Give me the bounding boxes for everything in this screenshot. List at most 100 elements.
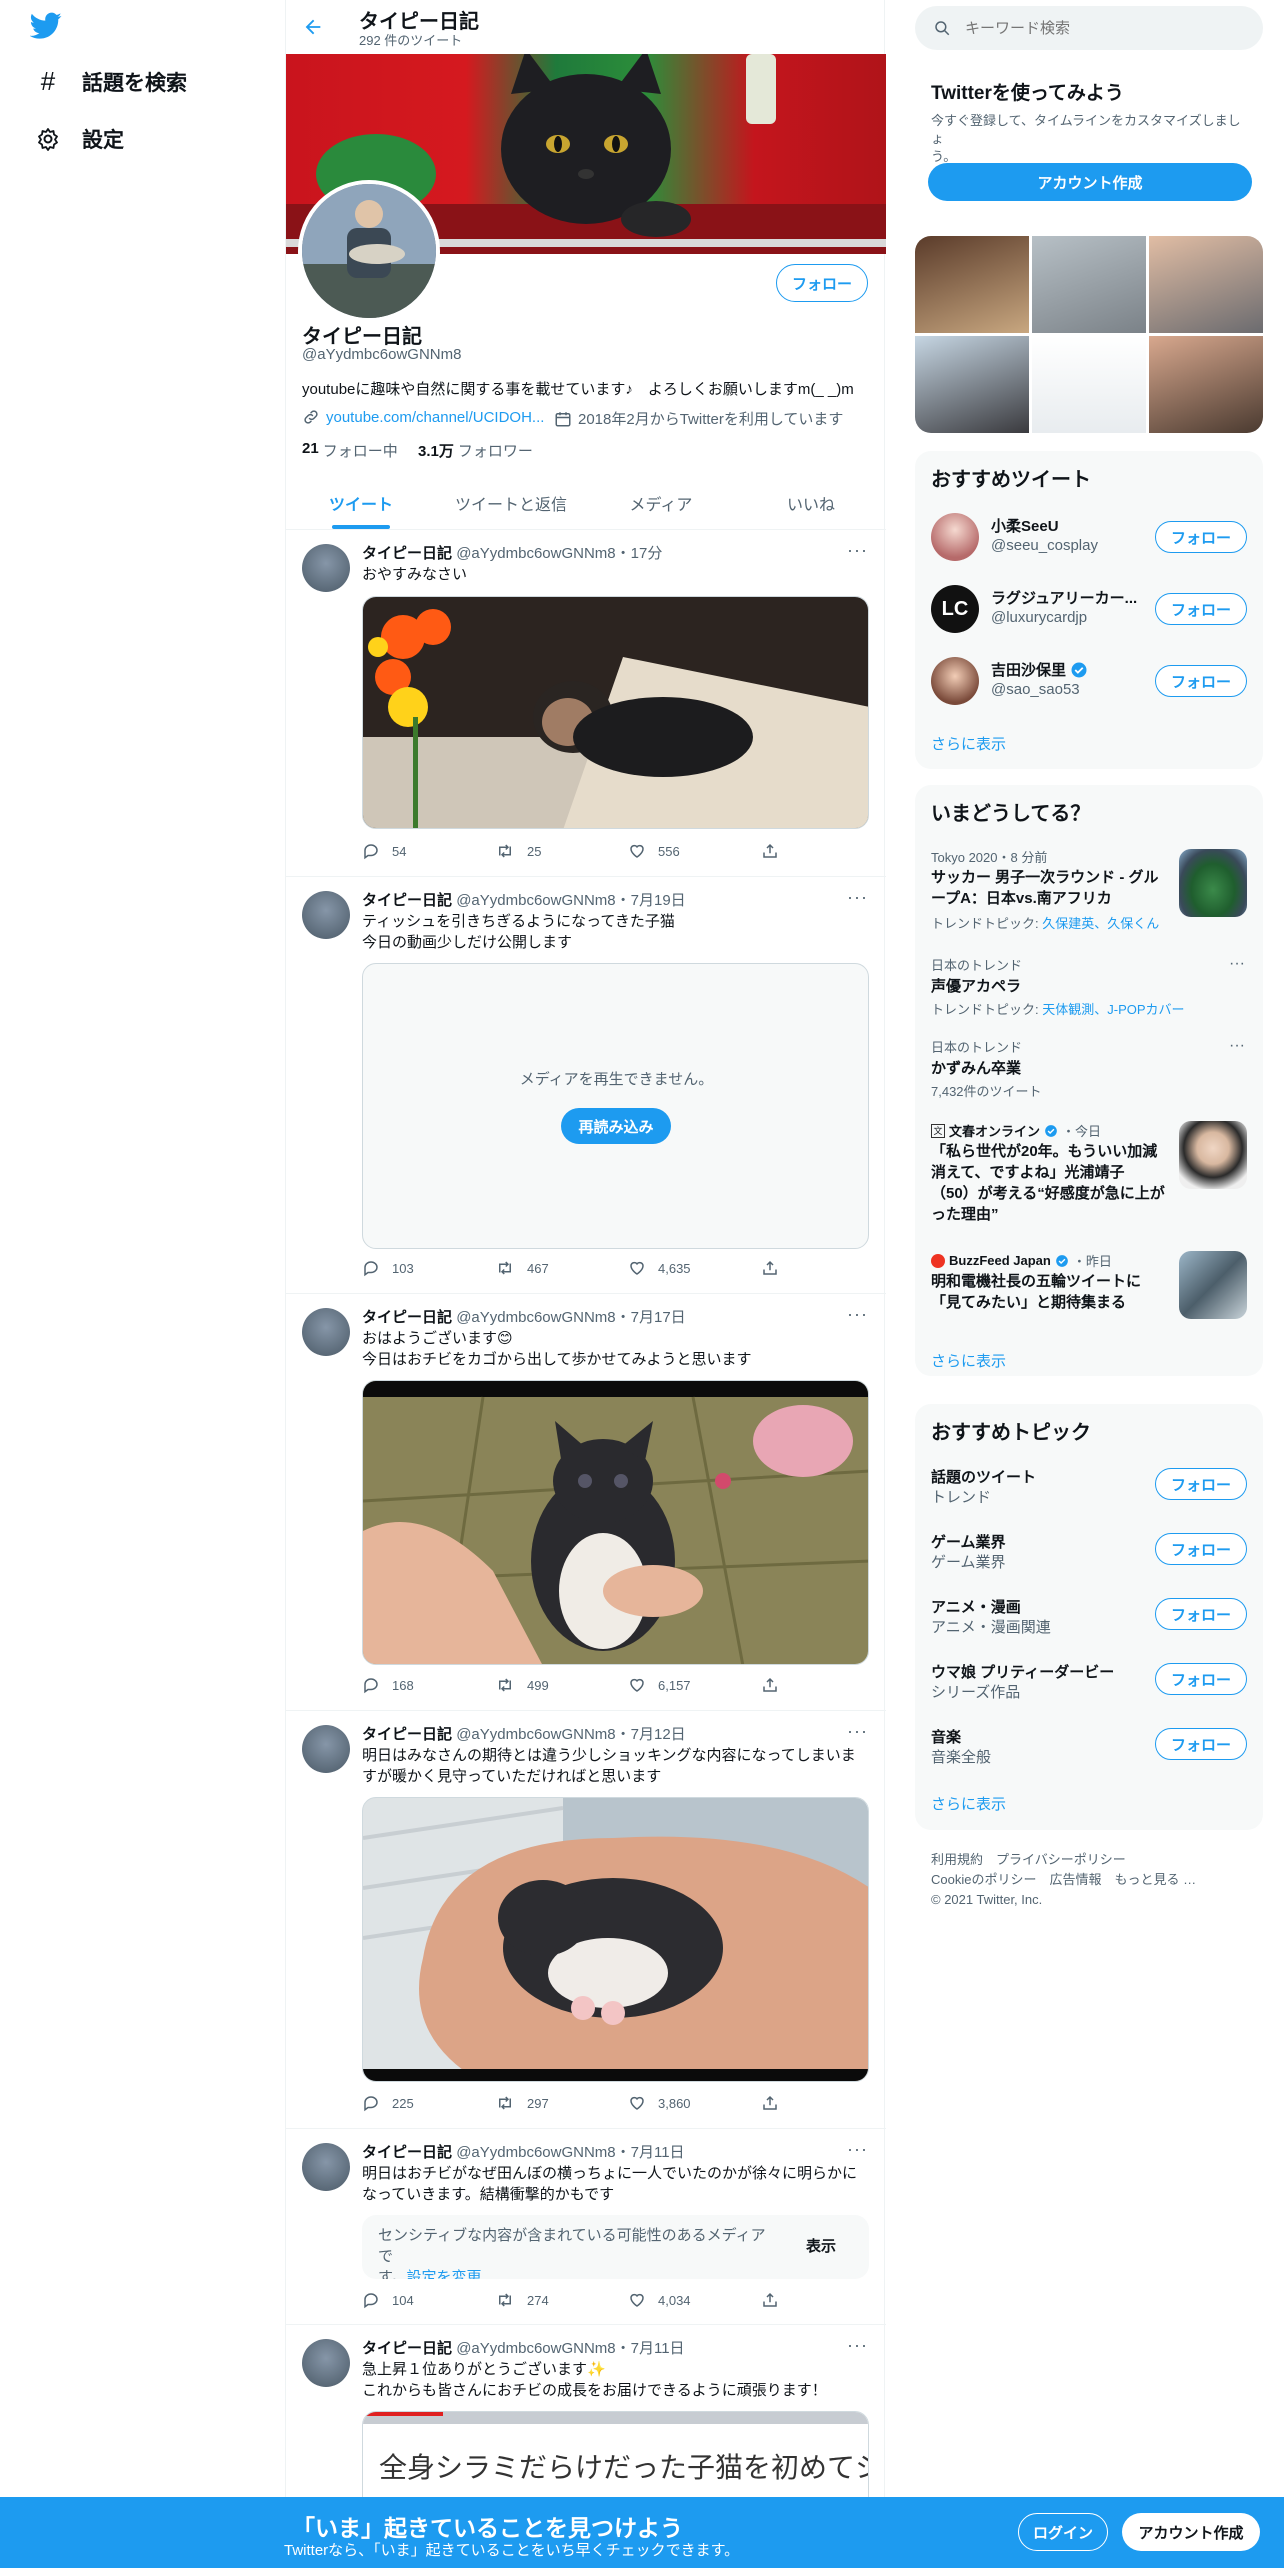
tweet[interactable]: タイピー日記 @aYydmbc6owGNNm8・7月17日 ··· おはようござ… <box>286 1294 886 1711</box>
like-button[interactable]: 6,157 <box>628 1676 761 1694</box>
footer-links-row[interactable]: Cookieのポリシー 広告情報 もっと見る … <box>931 1870 1196 1890</box>
reply-button[interactable]: 225 <box>362 2094 495 2112</box>
share-button[interactable] <box>761 1676 894 1694</box>
profile-avatar[interactable] <box>298 180 440 322</box>
more-icon[interactable]: ··· <box>847 2139 868 2160</box>
share-button[interactable] <box>761 1259 894 1277</box>
trend-item[interactable]: Tokyo 2020・8 分前 サッカー 男子一次ラウンド - グル ープA：日… <box>915 847 1263 937</box>
reply-button[interactable]: 104 <box>362 2291 495 2309</box>
follow-user-button[interactable]: フォロー <box>1155 521 1247 553</box>
show-more-link[interactable]: さらに表示 <box>931 733 1006 754</box>
follow-topic-button[interactable]: フォロー <box>1155 1598 1247 1630</box>
tweet[interactable]: タイピー日記 @aYydmbc6owGNNm8・7月11日 ··· 明日はおチビ… <box>286 2129 886 2325</box>
trend-thumbnail[interactable] <box>1179 849 1247 917</box>
trend-thumbnail[interactable] <box>1179 1121 1247 1189</box>
like-button[interactable]: 4,034 <box>628 2291 761 2309</box>
search-box[interactable] <box>915 6 1263 50</box>
follow-button[interactable]: フォロー <box>776 264 868 302</box>
change-settings-link[interactable]: 設定を変更 <box>407 2269 482 2279</box>
more-icon[interactable]: ··· <box>847 1721 868 1742</box>
twitter-logo-icon[interactable] <box>30 12 62 40</box>
more-icon[interactable]: ··· <box>847 887 868 908</box>
bottom-signup-button[interactable]: アカウント作成 <box>1122 2513 1260 2551</box>
profile-link[interactable]: youtube.com/channel/UCIDOH... <box>302 408 544 426</box>
tweet[interactable]: タイピー日記 @aYydmbc6owGNNm8・7月12日 ··· 明日はみなさ… <box>286 1711 886 2129</box>
tweet-author[interactable]: タイピー日記 <box>362 2144 452 2161</box>
media-thumbnail[interactable] <box>1149 336 1263 433</box>
follow-topic-button[interactable]: フォロー <box>1155 1468 1247 1500</box>
follow-user-button[interactable]: フォロー <box>1155 593 1247 625</box>
retweet-button[interactable]: 467 <box>495 1259 628 1277</box>
more-icon[interactable]: ··· <box>1229 1037 1245 1055</box>
follow-topic-button[interactable]: フォロー <box>1155 1728 1247 1760</box>
more-icon[interactable]: ··· <box>847 2335 868 2356</box>
topic-item[interactable]: 音楽 音楽全般 フォロー <box>915 1722 1263 1774</box>
show-more-link[interactable]: さらに表示 <box>931 1350 1006 1371</box>
reply-button[interactable]: 54 <box>362 842 495 860</box>
follow-topic-button[interactable]: フォロー <box>1155 1533 1247 1565</box>
like-button[interactable]: 4,635 <box>628 1259 761 1277</box>
media-thumbnail[interactable] <box>1149 236 1263 333</box>
tweet-avatar[interactable] <box>302 1725 350 1773</box>
media-thumbnail[interactable] <box>915 236 1029 333</box>
user-avatar[interactable] <box>931 657 979 705</box>
tab-tweets[interactable]: ツイート <box>286 477 436 529</box>
retweet-button[interactable]: 25 <box>495 842 628 860</box>
share-button[interactable] <box>761 2094 894 2112</box>
retweet-button[interactable]: 499 <box>495 1676 628 1694</box>
media-thumbnail[interactable] <box>1032 236 1146 333</box>
trend-topic-links[interactable]: 久保建英、久保くん <box>1042 916 1159 931</box>
tweet-avatar[interactable] <box>302 891 350 939</box>
media-thumbnail[interactable] <box>915 336 1029 433</box>
user-avatar[interactable] <box>931 513 979 561</box>
tweet-author[interactable]: タイピー日記 <box>362 1726 452 1743</box>
recommended-user[interactable]: 小柔SeeU @seeu_cosplay フォロー <box>915 507 1263 567</box>
recommended-user[interactable]: LC ラグジュアリーカー... @luxurycardjp フォロー <box>915 579 1263 639</box>
tweet-author[interactable]: タイピー日記 <box>362 892 452 909</box>
tab-media[interactable]: メディア <box>586 477 736 529</box>
more-icon[interactable]: ··· <box>847 540 868 561</box>
login-button[interactable]: ログイン <box>1018 2513 1108 2551</box>
media-thumbnail[interactable] <box>1032 336 1146 433</box>
topic-item[interactable]: ウマ娘 プリティーダービー シリーズ作品 フォロー <box>915 1657 1263 1709</box>
trend-thumbnail[interactable] <box>1179 1251 1247 1319</box>
tweet-avatar[interactable] <box>302 544 350 592</box>
like-button[interactable]: 3,860 <box>628 2094 761 2112</box>
footer-links-row[interactable]: 利用規約 プライバシーポリシー <box>931 1850 1196 1870</box>
tweet-image[interactable] <box>362 596 869 829</box>
tweet[interactable]: タイピー日記 @aYydmbc6owGNNm8・7月19日 ··· ティッシュを… <box>286 877 886 1294</box>
tab-likes[interactable]: いいね <box>736 477 886 529</box>
nav-explore[interactable]: # 話題を検索 <box>36 66 187 97</box>
tweet-image[interactable] <box>362 1797 869 2082</box>
trend-item[interactable]: 文 文春オンライン ・今日 「私ら世代が20年。もういい加減 消えて、ですよね」… <box>915 1121 1263 1233</box>
search-input[interactable] <box>965 19 1245 37</box>
retweet-button[interactable]: 274 <box>495 2291 628 2309</box>
more-icon[interactable]: ··· <box>1229 955 1245 973</box>
retweet-button[interactable]: 297 <box>495 2094 628 2112</box>
share-button[interactable] <box>761 2291 894 2309</box>
like-button[interactable]: 556 <box>628 842 761 860</box>
show-media-button[interactable]: 表示 <box>806 2235 836 2256</box>
show-more-link[interactable]: さらに表示 <box>931 1793 1006 1814</box>
reply-button[interactable]: 103 <box>362 1259 495 1277</box>
tab-tweets-replies[interactable]: ツイートと返信 <box>436 477 586 529</box>
topic-item[interactable]: アニメ・漫画 アニメ・漫画関連 フォロー <box>915 1592 1263 1644</box>
recommended-user[interactable]: 吉田沙保里 @sao_sao53 フォロー <box>915 651 1263 711</box>
profile-link-text[interactable]: youtube.com/channel/UCIDOH... <box>326 409 544 426</box>
tweet-author[interactable]: タイピー日記 <box>362 1309 452 1326</box>
followers-link[interactable]: 3.1万 フォロワー <box>418 440 533 461</box>
tweet-avatar[interactable] <box>302 1308 350 1356</box>
reload-button[interactable]: 再読み込み <box>561 1108 671 1144</box>
user-avatar[interactable]: LC <box>931 585 979 633</box>
tweet-image[interactable] <box>362 1380 869 1665</box>
more-icon[interactable]: ··· <box>847 1304 868 1325</box>
tweet-avatar[interactable] <box>302 2143 350 2191</box>
back-arrow-icon[interactable] <box>302 16 324 38</box>
follow-topic-button[interactable]: フォロー <box>1155 1663 1247 1695</box>
follow-user-button[interactable]: フォロー <box>1155 665 1247 697</box>
topic-item[interactable]: ゲーム業界 ゲーム業界 フォロー <box>915 1527 1263 1579</box>
following-link[interactable]: 21 フォロー中 <box>302 440 398 461</box>
trend-item[interactable]: 日本のトレンド かずみん卒業 7,432件のツイート ··· <box>915 1037 1263 1103</box>
reply-button[interactable]: 168 <box>362 1676 495 1694</box>
trend-topic-links[interactable]: 天体観測、J-POPカバー <box>1042 1002 1184 1017</box>
